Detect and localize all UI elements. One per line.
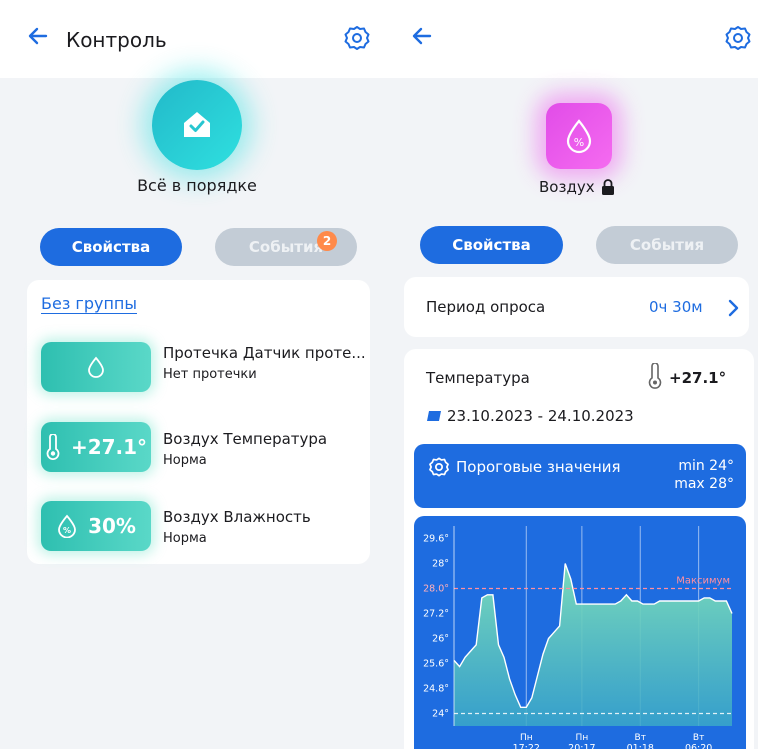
threshold-max: max 28°	[674, 476, 734, 492]
y-tick-label: 28.0°	[423, 584, 449, 595]
control-screen: Контроль Всё в порядке Свойства События …	[0, 0, 384, 749]
y-tick-label: 25.6°	[423, 659, 449, 670]
thermometer-icon	[648, 363, 662, 389]
tab-properties[interactable]: Свойства	[40, 228, 182, 266]
x-tick-time: 17:22	[513, 743, 540, 749]
x-tick-day: Пн	[576, 733, 589, 743]
temperature-area	[454, 563, 732, 726]
device-group-card: Без группы Протечка Датчик проте... Нет …	[27, 280, 370, 564]
device-state: Нет протечки	[163, 367, 257, 382]
leak-sensor-tile[interactable]	[41, 342, 151, 392]
page-title: Контроль	[66, 28, 167, 52]
temperature-value: +27.1°	[669, 369, 727, 387]
back-arrow-icon[interactable]	[408, 22, 436, 50]
device-title: Воздух	[539, 178, 615, 196]
device-screen: % Воздух Свойства События Период опроса …	[384, 0, 758, 749]
device-state: Норма	[163, 453, 207, 468]
y-tick-label: 24°	[432, 709, 449, 720]
poll-period-label: Период опроса	[426, 298, 546, 316]
device-name: Воздух	[539, 178, 595, 196]
back-arrow-icon[interactable]	[24, 22, 52, 50]
humidity-sensor-tile[interactable]: % 30%	[41, 501, 151, 551]
settings-gear-icon	[429, 457, 449, 477]
y-tick-label: 29.6°	[423, 534, 449, 545]
poll-period-row[interactable]: Период опроса 0ч 30м	[404, 277, 749, 337]
max-threshold-label: Максимум	[676, 576, 730, 587]
home-check-icon	[184, 112, 210, 137]
x-tick-time: 20:17	[568, 743, 595, 749]
threshold-card[interactable]: Пороговые значения min 24° max 28°	[414, 444, 746, 508]
temperature-sensor-tile[interactable]: +27.1°	[41, 422, 151, 472]
x-tick-day: Пн	[520, 733, 533, 743]
temperature-chart[interactable]: Максимум 29.6° 28° 28.0° 27.2° 26° 25.6° 24.8° 2…	[414, 516, 746, 749]
y-tick-label: 26°	[432, 634, 449, 645]
svg-text:%: %	[63, 526, 71, 535]
events-count-badge: 2	[317, 231, 337, 251]
device-state: Норма	[163, 531, 207, 546]
x-tick-time: 01:18	[627, 743, 654, 749]
tab-properties[interactable]: Свойства	[420, 226, 563, 264]
group-label[interactable]: Без группы	[41, 294, 137, 313]
app-bar	[384, 0, 758, 78]
poll-period-value: 0ч 30м	[649, 298, 703, 316]
status-ok-icon	[152, 80, 242, 170]
y-tick-label: 28°	[432, 559, 449, 570]
x-tick-time: 06:20	[685, 743, 712, 749]
chevron-right-icon	[728, 299, 739, 317]
device-name: Воздух Влажность	[163, 508, 311, 526]
date-range-text: 23.10.2023 - 24.10.2023	[447, 407, 634, 425]
drop-icon	[88, 356, 104, 378]
threshold-label: Пороговые значения	[456, 458, 621, 476]
device-name: Протечка Датчик проте...	[163, 344, 366, 362]
temperature-label: Температура	[426, 369, 530, 387]
settings-gear-icon[interactable]	[724, 24, 752, 52]
temperature-chart-card: Максимум 29.6° 28° 28.0° 27.2° 26° 25.6° 24.8° 2…	[414, 516, 746, 749]
temperature-card: Температура +27.1° 23.10.2023 - 24.10.20…	[404, 349, 754, 749]
device-name: Воздух Температура	[163, 430, 328, 448]
app-bar: Контроль	[0, 0, 384, 78]
y-tick-label: 24.8°	[423, 684, 449, 695]
lock-icon	[601, 179, 614, 195]
settings-gear-icon[interactable]	[343, 24, 371, 52]
threshold-min: min 24°	[678, 458, 734, 474]
tab-events[interactable]: События 2	[215, 228, 357, 266]
humidity-icon: %	[58, 514, 76, 538]
tile-value: 30%	[88, 514, 136, 538]
system-status: Всё в порядке	[137, 176, 257, 195]
calendar-icon	[427, 411, 441, 421]
y-tick-label: 27.2°	[423, 609, 449, 620]
humidity-device-icon: %	[546, 103, 612, 169]
x-tick-day: Вт	[635, 733, 646, 743]
tile-value: +27.1°	[70, 435, 148, 459]
svg-text:%: %	[574, 136, 584, 149]
humidity-icon: %	[566, 119, 592, 154]
date-range-selector[interactable]: 23.10.2023 - 24.10.2023	[426, 407, 634, 425]
tab-events[interactable]: События	[596, 226, 738, 264]
thermometer-icon	[46, 434, 60, 460]
x-tick-day: Вт	[693, 733, 704, 743]
tab-events-label: События	[248, 238, 324, 256]
